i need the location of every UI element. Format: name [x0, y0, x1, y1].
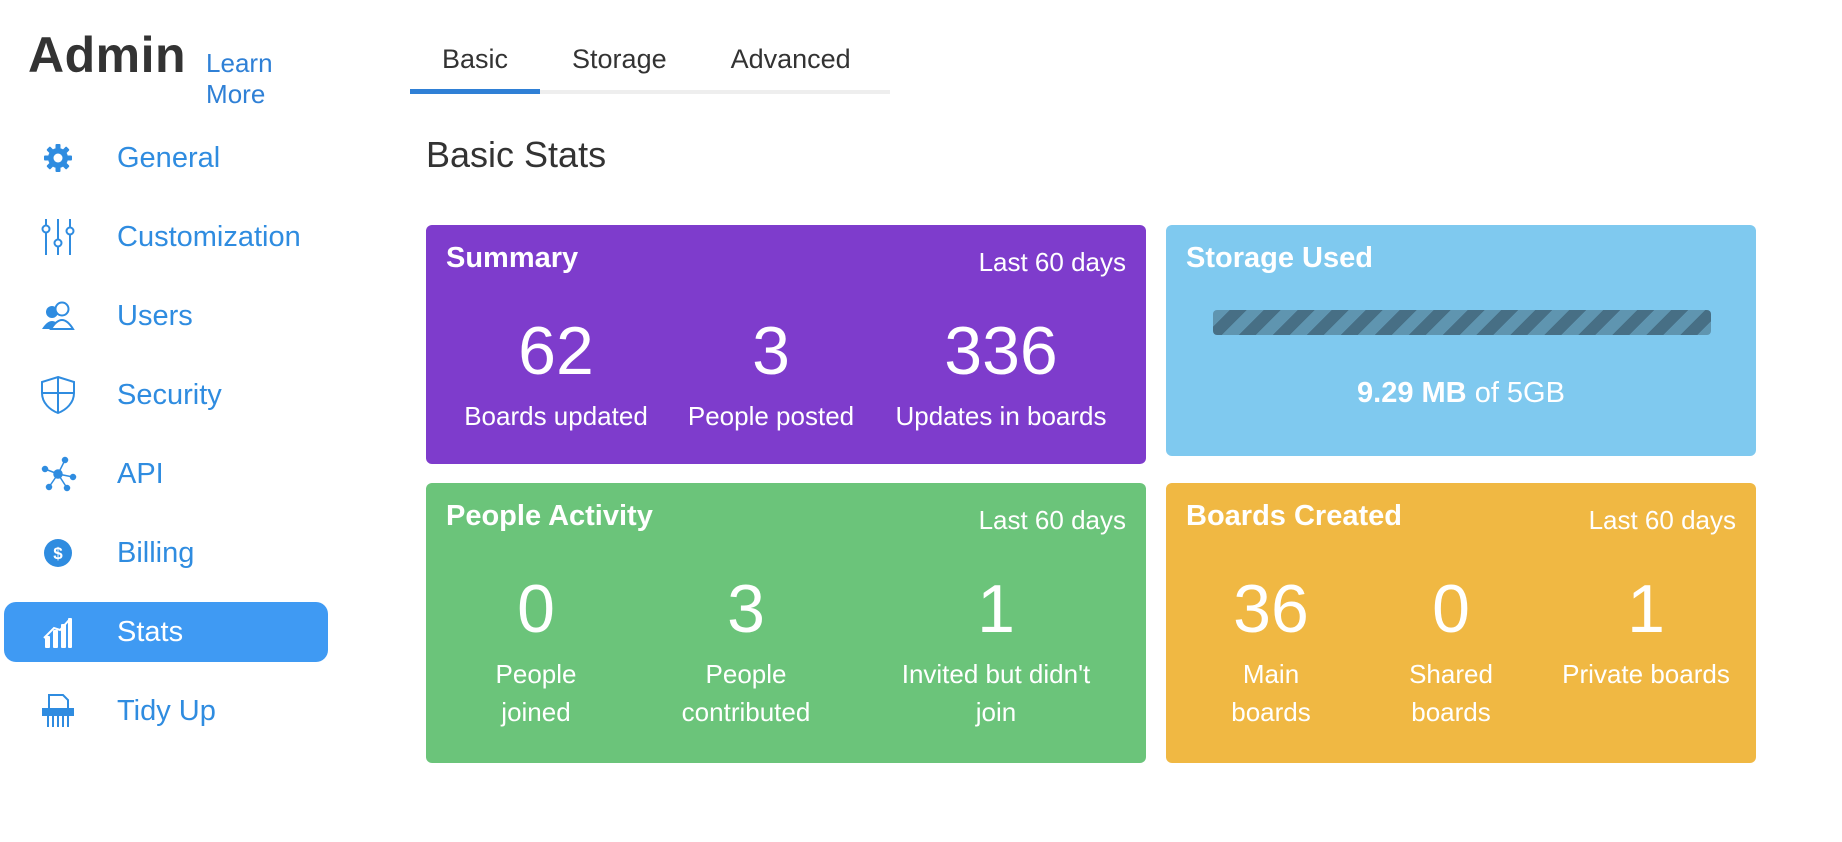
card-title: People Activity — [446, 500, 653, 532]
api-icon — [28, 444, 88, 504]
card-range: Last 60 days — [978, 505, 1126, 535]
sidebar-item-general[interactable]: General — [4, 128, 328, 188]
sidebar: Admin Learn More General Customization U… — [0, 0, 330, 842]
stat-label: People posted — [687, 401, 855, 431]
people-activity-card: People Activity Last 60 days 0 People jo… — [426, 483, 1146, 763]
sidebar-item-label: Users — [117, 299, 193, 332]
tab-advanced[interactable]: Advanced — [699, 38, 883, 90]
storage-progress-bar — [1213, 310, 1711, 335]
tab-bar: Basic Storage Advanced — [410, 38, 890, 94]
section-title: Basic Stats — [426, 134, 607, 175]
stat-people-posted: 3 People posted — [671, 313, 871, 435]
stat-value: 62 — [518, 313, 594, 389]
stat-label: Boards updated — [464, 401, 648, 431]
stat-shared-boards: 0 Shared boards — [1366, 571, 1536, 731]
stat-value: 1 — [1627, 571, 1665, 647]
stat-value: 0 — [1432, 571, 1470, 647]
storage-used-value: 9.29 MB — [1357, 377, 1467, 409]
sidebar-item-label: Tidy Up — [117, 694, 216, 727]
storage-usage-text: 9.29 MB of 5GB — [1166, 377, 1756, 410]
storage-progress-fill — [1213, 310, 1711, 335]
stat-value: 336 — [944, 313, 1058, 389]
card-title: Summary — [446, 242, 579, 274]
stat-label: People contributed — [681, 659, 811, 727]
admin-header: Admin Learn More — [28, 26, 330, 110]
sidebar-item-label: Security — [117, 378, 222, 411]
card-range: Last 60 days — [1588, 505, 1736, 535]
stat-value: 0 — [517, 571, 555, 647]
boards-created-card: Boards Created Last 60 days 36 Main boar… — [1166, 483, 1756, 763]
shredder-icon — [28, 681, 88, 741]
stat-label: People joined — [495, 659, 577, 727]
sidebar-item-label: General — [117, 141, 221, 174]
storage-total: of 5GB — [1474, 377, 1565, 409]
stat-invited-not-joined: 1 Invited but didn't join — [866, 571, 1126, 731]
storage-card: Storage Used 9.29 MB of 5GB — [1166, 225, 1756, 456]
page-title: Admin — [28, 27, 187, 83]
tab-basic[interactable]: Basic — [410, 38, 541, 94]
stat-label: Updates in boards — [895, 401, 1107, 431]
svg-text:$: $ — [53, 544, 63, 563]
stat-value: 3 — [752, 313, 790, 389]
card-range: Last 60 days — [978, 247, 1126, 277]
stat-value: 36 — [1233, 571, 1309, 647]
learn-more-link[interactable]: Learn More — [206, 48, 330, 110]
sidebar-item-api[interactable]: API — [4, 444, 328, 504]
gear-icon — [28, 128, 88, 188]
sidebar-item-users[interactable]: Users — [4, 286, 328, 346]
sidebar-item-tidy-up[interactable]: Tidy Up — [4, 681, 328, 741]
stat-label: Shared boards — [1409, 659, 1493, 727]
sidebar-item-billing[interactable]: $ Billing — [4, 523, 328, 583]
card-title: Boards Created — [1186, 500, 1402, 532]
summary-card: Summary Last 60 days 62 Boards updated 3… — [426, 225, 1146, 464]
dollar-icon: $ — [28, 523, 88, 583]
stat-people-joined: 0 People joined — [441, 571, 631, 731]
stat-boards-updated: 62 Boards updated — [456, 313, 656, 435]
sidebar-item-stats[interactable]: Stats — [4, 602, 328, 662]
sidebar-item-label: Billing — [117, 536, 195, 569]
stat-value: 3 — [727, 571, 765, 647]
sidebar-item-label: API — [117, 457, 164, 490]
stats-icon — [28, 602, 88, 662]
sidebar-item-label: Customization — [117, 220, 301, 253]
sidebar-item-label: Stats — [117, 615, 184, 648]
stat-main-boards: 36 Main boards — [1191, 571, 1351, 731]
sidebar-item-security[interactable]: Security — [4, 365, 328, 425]
stat-label: Private boards — [1562, 659, 1730, 689]
stat-label: Invited but didn't join — [901, 659, 1091, 727]
stat-people-contributed: 3 People contributed — [646, 571, 846, 731]
sidebar-nav: General Customization Users Security API… — [4, 128, 328, 760]
stat-updates-in-boards: 336 Updates in boards — [881, 313, 1121, 435]
sidebar-item-customization[interactable]: Customization — [4, 207, 328, 267]
users-icon — [28, 286, 88, 346]
sliders-icon — [28, 207, 88, 267]
tab-storage[interactable]: Storage — [540, 38, 699, 90]
card-title: Storage Used — [1186, 242, 1373, 274]
shield-icon — [28, 365, 88, 425]
stat-label: Main boards — [1231, 659, 1311, 727]
stat-value: 1 — [977, 571, 1015, 647]
stat-private-boards: 1 Private boards — [1551, 571, 1741, 693]
